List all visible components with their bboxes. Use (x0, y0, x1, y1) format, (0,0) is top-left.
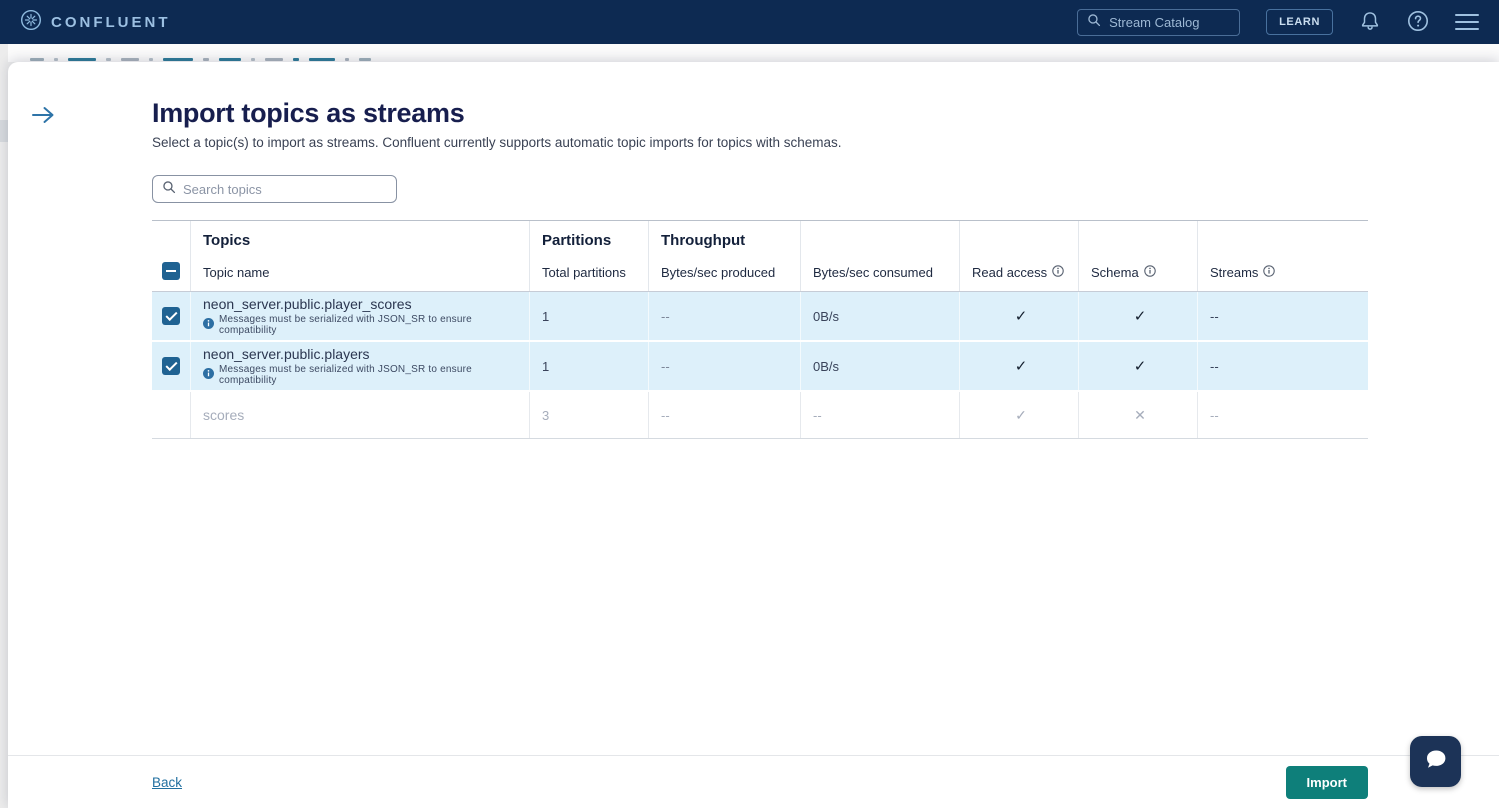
column-header-bytes-produced: Throughput Bytes/sec produced (648, 221, 800, 291)
topics-table: Topics Topic name Partitions Total parti… (152, 220, 1368, 439)
table-row[interactable]: neon_server.public.player_scores Message… (152, 292, 1368, 342)
column-header-schema: Schema (1078, 221, 1197, 291)
import-button[interactable]: Import (1286, 766, 1368, 799)
collapsed-sidebar-edge (0, 120, 8, 142)
cell-bytes-produced: -- (648, 342, 800, 390)
learn-button[interactable]: LEARN (1266, 9, 1333, 35)
search-icon (162, 180, 176, 199)
brand-name: CONFLUENT (51, 14, 171, 31)
row-checkbox[interactable] (162, 307, 180, 325)
topic-name: neon_server.public.players (203, 347, 370, 362)
schema-check-icon: ✓ (1091, 357, 1189, 375)
page-title: Import topics as streams (152, 98, 1368, 129)
search-icon (1087, 13, 1101, 32)
notifications-button[interactable] (1359, 10, 1381, 35)
read-access-check-icon: ✓ (972, 407, 1070, 424)
cell-partitions: 1 (529, 342, 648, 390)
main-menu-button[interactable] (1455, 14, 1479, 30)
stream-catalog-search[interactable] (1077, 9, 1240, 36)
info-filled-icon (203, 318, 214, 332)
chat-bubble-icon (1422, 746, 1450, 777)
topic-name: scores (203, 408, 244, 423)
column-header-read-access: Read access (959, 221, 1078, 291)
topic-compatibility-note: Messages must be serialized with JSON_SR… (203, 314, 521, 336)
cell-streams: -- (1197, 392, 1368, 438)
cell-partitions: 1 (529, 292, 648, 340)
bell-icon (1359, 10, 1381, 35)
cell-partitions: 3 (529, 392, 648, 438)
info-filled-icon (203, 368, 214, 382)
read-access-check-icon: ✓ (972, 307, 1070, 325)
help-button[interactable] (1407, 10, 1429, 35)
schema-check-icon: ✓ (1091, 307, 1189, 325)
info-icon[interactable] (1144, 265, 1156, 280)
topic-compatibility-note: Messages must be serialized with JSON_SR… (203, 364, 521, 386)
table-row-disabled: scores 3 -- -- ✓ ✕ -- (152, 392, 1368, 439)
confluent-brand-link[interactable]: CONFLUENT (20, 9, 171, 36)
confluent-logo-icon (20, 9, 42, 36)
panel-footer: Back Import (8, 755, 1499, 808)
info-icon[interactable] (1052, 265, 1064, 280)
hamburger-menu-icon (1455, 14, 1479, 30)
cell-bytes-produced: -- (648, 292, 800, 340)
column-header-topic-name: Topics Topic name (190, 221, 529, 291)
table-header-row: Topics Topic name Partitions Total parti… (152, 220, 1368, 292)
schema-cross-icon: ✕ (1091, 407, 1189, 424)
import-topics-panel: Import topics as streams Select a topic(… (8, 62, 1499, 808)
breadcrumb-clipped (0, 44, 1499, 62)
stream-catalog-search-input[interactable] (1109, 15, 1230, 30)
collapse-panel-button[interactable] (30, 102, 56, 128)
cell-bytes-consumed: -- (800, 392, 959, 438)
row-checkbox[interactable] (162, 357, 180, 375)
column-header-streams: Streams (1197, 221, 1368, 291)
background-page-edge (0, 44, 8, 808)
topic-search-box[interactable] (152, 175, 397, 203)
column-header-total-partitions: Partitions Total partitions (529, 221, 648, 291)
back-link[interactable]: Back (152, 775, 182, 790)
cell-bytes-produced: -- (648, 392, 800, 438)
table-row[interactable]: neon_server.public.players Messages must… (152, 342, 1368, 392)
cell-streams: -- (1197, 342, 1368, 390)
cell-bytes-consumed: 0B/s (800, 342, 959, 390)
chat-support-button[interactable] (1410, 736, 1461, 787)
question-circle-icon (1407, 10, 1429, 35)
row-checkbox-placeholder (152, 392, 190, 438)
page-subtitle: Select a topic(s) to import as streams. … (152, 135, 1368, 150)
cell-bytes-consumed: 0B/s (800, 292, 959, 340)
read-access-check-icon: ✓ (972, 357, 1070, 375)
arrow-right-icon (30, 116, 56, 131)
select-all-checkbox[interactable] (162, 262, 180, 280)
topic-name: neon_server.public.player_scores (203, 297, 412, 312)
column-header-bytes-consumed: Bytes/sec consumed (800, 221, 959, 291)
info-icon[interactable] (1263, 265, 1275, 280)
topic-search-input[interactable] (183, 182, 387, 197)
top-navigation-bar: CONFLUENT LEARN (0, 0, 1499, 44)
cell-streams: -- (1197, 292, 1368, 340)
